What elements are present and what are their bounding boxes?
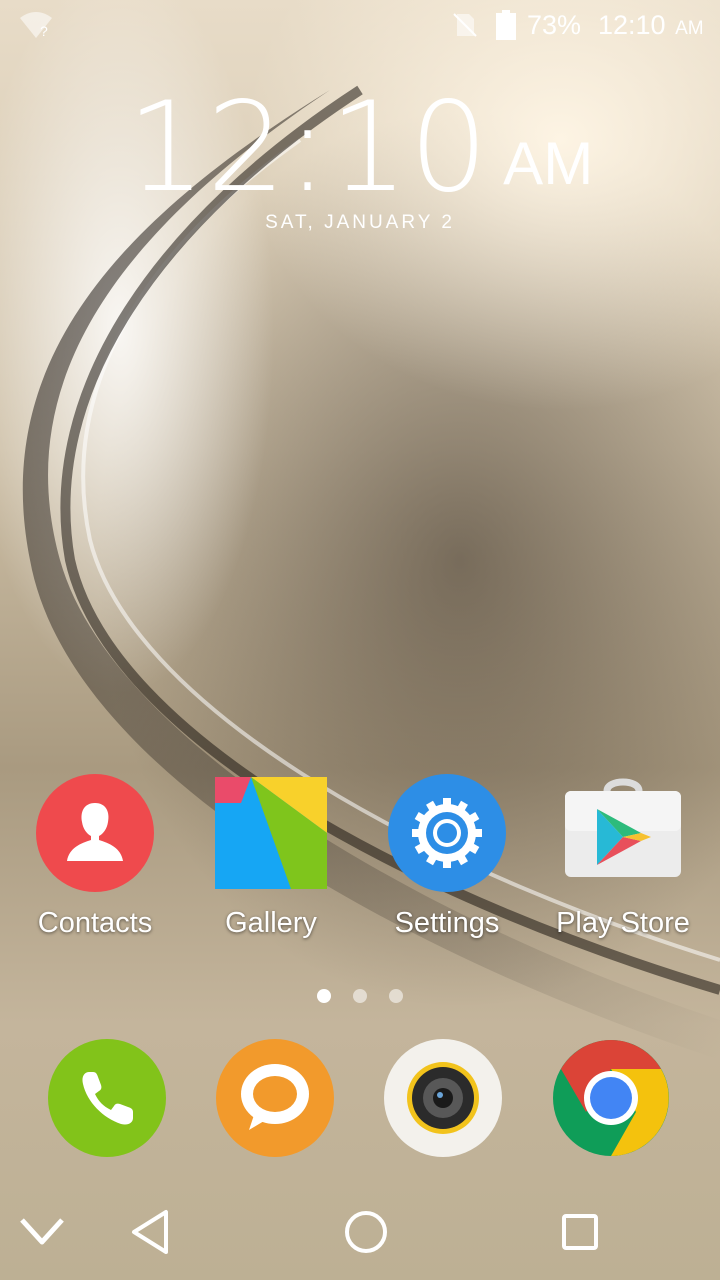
camera-icon[interactable] <box>383 1038 503 1158</box>
app-label: Play Store <box>556 907 690 939</box>
clock-widget[interactable]: 12:10 AM <box>0 86 720 210</box>
no-sim-icon <box>453 13 477 37</box>
chrome-icon[interactable] <box>551 1038 671 1158</box>
clock-ampm: AM <box>503 130 594 197</box>
collapse-icon[interactable] <box>12 1204 72 1260</box>
status-bar: ? 73% 12:10 AM <box>0 0 720 50</box>
phone-icon[interactable] <box>47 1038 167 1158</box>
messaging-icon[interactable] <box>215 1038 335 1158</box>
svg-text:?: ? <box>40 23 48 39</box>
battery-icon <box>496 10 516 40</box>
contacts-icon <box>36 774 154 892</box>
wifi-unknown-icon: ? <box>20 12 52 39</box>
page-dot <box>389 989 404 1003</box>
home-icon[interactable] <box>336 1204 396 1260</box>
play-store-icon <box>565 778 681 877</box>
back-icon[interactable] <box>120 1204 180 1260</box>
app-label: Gallery <box>225 907 317 939</box>
gallery-icon <box>215 777 327 889</box>
status-time: 12:10 AM <box>598 10 704 40</box>
clock-date: SAT, JANUARY 2 <box>265 212 455 233</box>
app-settings[interactable]: Settings <box>362 773 532 940</box>
app-play-store[interactable]: Play Store <box>538 773 708 940</box>
recents-icon[interactable] <box>550 1204 610 1260</box>
page-dot-active <box>316 989 331 1003</box>
app-gallery[interactable]: Gallery <box>186 773 356 940</box>
page-dot <box>353 989 367 1003</box>
app-contacts[interactable]: Contacts <box>10 773 180 940</box>
page-indicator <box>0 989 720 1005</box>
app-label: Contacts <box>37 907 153 939</box>
app-label: Settings <box>394 907 500 939</box>
battery-percentage: 73% <box>527 10 582 40</box>
clock-time: 12:10 <box>126 76 490 220</box>
settings-icon <box>388 774 506 892</box>
